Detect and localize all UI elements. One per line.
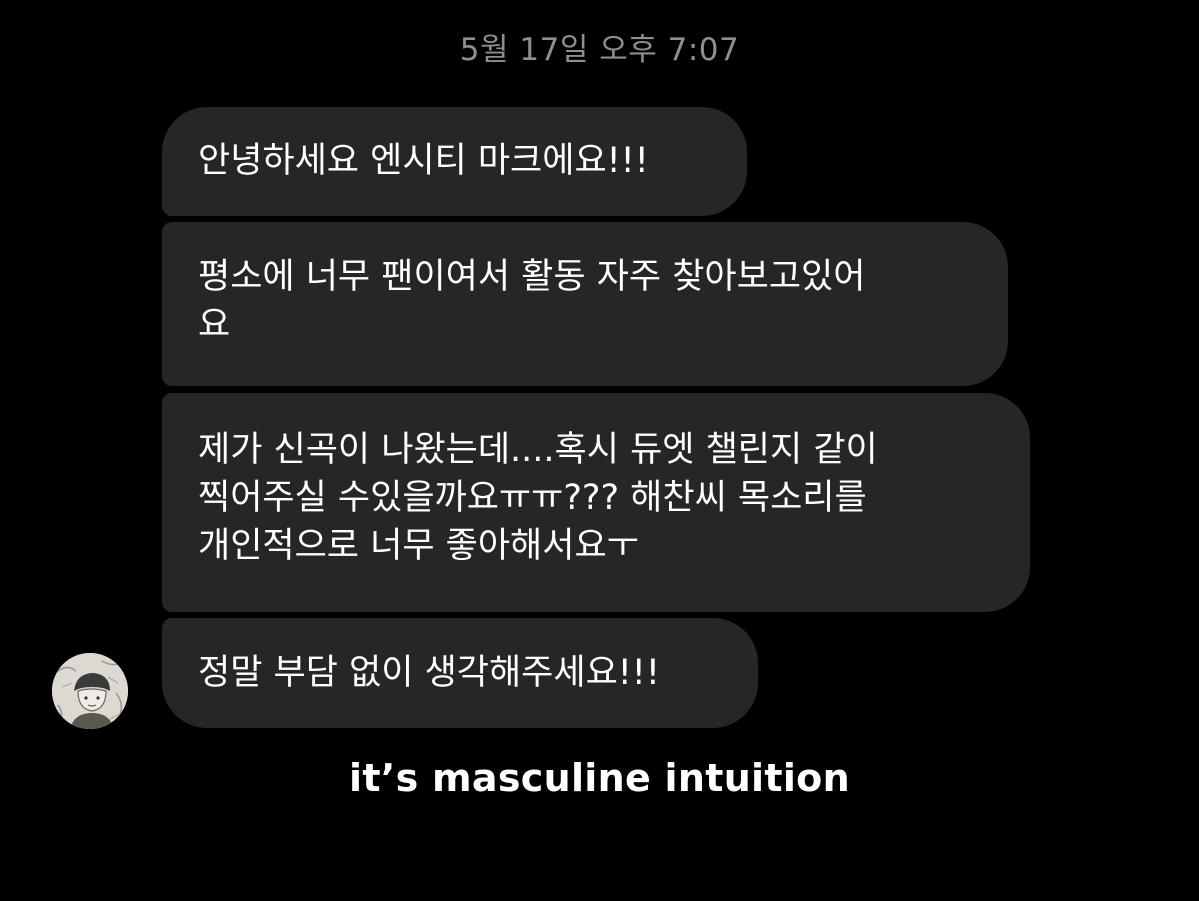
- message-text-line: 정말 부담 없이 생각해주세요!!!: [198, 653, 660, 693]
- message-bubble[interactable]: 정말 부담 없이 생각해주세요!!!: [162, 618, 758, 728]
- message-text-line: 안녕하세요 엔시티 마크에요!!!: [198, 141, 649, 181]
- message-text-line: 제가 신곡이 나왔는데....혹시 듀엣 챌린지 같이: [198, 430, 878, 470]
- message-text-line: 찍어주실 수있을까요ㅠㅠ??? 해찬씨 목소리를: [198, 478, 867, 518]
- message-bubble[interactable]: 제가 신곡이 나왔는데....혹시 듀엣 챌린지 같이 찍어주실 수있을까요ㅠㅠ…: [162, 393, 1030, 612]
- profile-sketch-icon: [52, 653, 128, 729]
- message-text-line: 요: [198, 305, 231, 345]
- message-bubble[interactable]: 평소에 너무 팬이여서 활동 자주 찾아보고있어 요: [162, 222, 1008, 386]
- message-text-line: 평소에 너무 팬이여서 활동 자주 찾아보고있어: [198, 257, 866, 297]
- message-text-line: 개인적으로 너무 좋아해서요ㅜ: [198, 526, 639, 566]
- message-timestamp: 5월 17일 오후 7:07: [459, 32, 740, 68]
- sender-avatar[interactable]: [52, 653, 128, 729]
- message-bubble[interactable]: 안녕하세요 엔시티 마크에요!!!: [162, 107, 747, 216]
- meme-caption: it’s masculine intuition: [349, 756, 850, 800]
